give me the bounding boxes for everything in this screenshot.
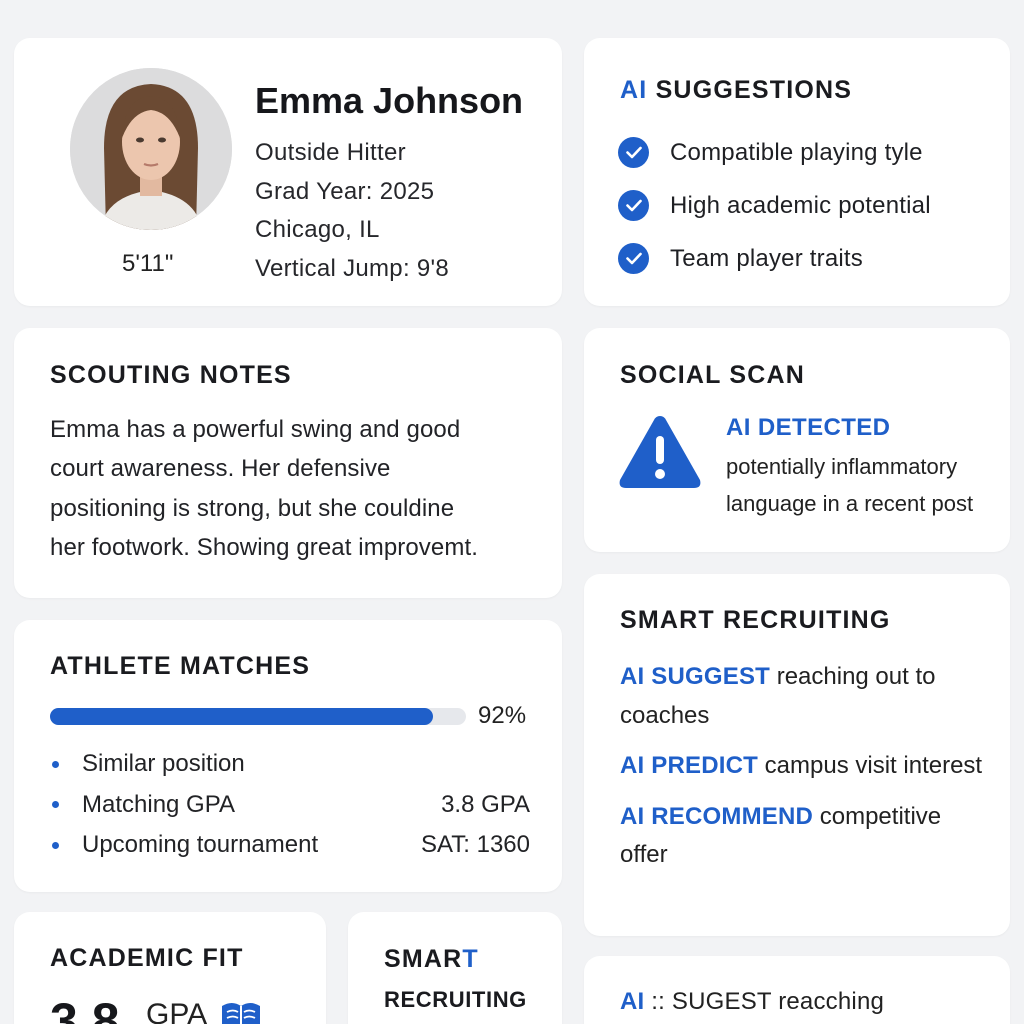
avatar[interactable] [70,68,232,230]
gpa-value: 3.8 [50,993,120,1024]
suggestion-item: Compatible playing tyle [618,126,931,179]
ai-label: AI [620,76,648,104]
match-value: 3.8 GPA [441,790,530,818]
suggestion-item: Team player traits [618,232,931,285]
height-value: 5'11" [122,250,174,277]
match-label: Matching GPA [82,790,235,818]
heading-text: SUGGESTIONS [655,76,853,104]
match-row: Upcoming tournament SAT: 1360 [50,825,530,866]
smart-recruiting-heading: SMART RECRUITING [620,606,891,634]
title-accent: T [462,945,479,973]
suggestion-item: High academic potential [618,179,931,232]
gpa-unit: GPA [146,998,208,1024]
academic-fit-card: ACADEMIC FIT 3.8 GPA [14,912,326,1024]
athlete-name: Emma Johnson [255,80,524,121]
recruiting-item: AI RECOMMEND competitive offer [620,798,990,875]
suggestion-label: Compatible playing tyle [670,138,923,166]
suggestion-label: High academic potential [670,191,931,219]
position-text: Outside Hitter [255,139,406,166]
notes-line: her footwork. Showing great improvemt. [50,533,478,561]
recruiting-item: AI PREDICT campus visit interest [620,747,990,786]
ai-action-label: AI RECOMMEND [620,802,814,830]
match-row: Similar position [50,744,530,785]
bullet-icon [52,841,59,849]
location-text: Chicago, IL [255,216,380,243]
athlete-matches-heading: ATHLETE MATCHES [50,652,311,680]
ai-suggest-text: AI :: SUGEST reacching [620,988,884,1016]
profile-card: 5'11" Emma Johnson Outside Hitter Grad Y… [14,38,562,306]
scouting-notes-text: Emma has a powerful swing and good court… [50,410,550,567]
match-progress-fill [50,708,433,725]
scouting-notes-heading: SCOUTING NOTES [50,361,292,389]
ai-action-label: AI PREDICT [620,752,759,779]
match-percent: 92% [478,702,527,729]
smart-recruiting-card: SMART RECRUITING AI SUGGEST reaching out… [584,574,1010,936]
social-alert-text: potentially inflammatory language in a r… [726,448,1006,522]
social-scan-heading: SOCIAL SCAN [620,361,805,389]
match-label: Similar position [82,750,245,778]
recruiting-item: AI SUGGEST reaching out to coaches [620,658,990,735]
book-icon [218,998,264,1024]
notes-line: court awareness. Her defensive [50,455,391,483]
match-label: Upcoming tournament [82,831,319,859]
suggestion-list: Compatible playing tyle High academic po… [618,126,931,285]
notes-line: Emma has a powerful swing and good [50,416,461,443]
mini-card-title: SMART [384,945,479,974]
bullet-icon [52,760,59,768]
social-scan-card: SOCIAL SCAN AI DETECTED potentially infl… [584,328,1010,552]
profile-details: Outside Hitter Grad Year: 2025 Chicago, … [255,134,449,288]
notes-line: positioning is strong, but she couldine [50,494,455,522]
alert-line: language in a recent post [726,491,974,516]
ai-suggestions-card: AI SUGGESTIONS Compatible playing tyle H… [584,38,1010,306]
match-value: SAT: 1360 [421,831,530,859]
warning-triangle-icon [616,412,704,497]
mini-card-subtitle: RECRUITING [384,987,527,1012]
ai-action-label: AI SUGGEST [620,663,771,690]
match-progress-bar [50,708,466,725]
ai-label: AI [620,988,645,1015]
ai-detected-label: AI DETECTED [726,414,891,441]
match-row: Matching GPA 3.8 GPA [50,785,530,826]
grad-year-text: Grad Year: 2025 [255,177,435,205]
smart-recruiting-mini-card: SMART RECRUITING [348,912,562,1024]
recruiting-list: AI SUGGEST reaching out to coaches AI PR… [620,658,990,887]
alert-line: potentially inflammatory [726,454,958,479]
suggest-text: :: SUGEST reacching [644,988,885,1015]
check-circle-icon [618,243,649,274]
check-circle-icon [618,190,649,221]
athlete-matches-card: ATHLETE MATCHES 92% Similar position Mat… [14,620,562,892]
ai-suggest-card: AI :: SUGEST reacching [584,956,1010,1024]
bullet-icon [52,801,59,809]
suggestion-label: Team player traits [670,244,863,272]
recruiting-text: campus visit interest [758,752,983,779]
academic-fit-heading: ACADEMIC FIT [50,944,244,972]
match-list: Similar position Matching GPA 3.8 GPA Up… [50,744,530,866]
ai-suggestions-heading: AI SUGGESTIONS [620,76,852,105]
title-main: SMAR [384,945,463,973]
check-circle-icon [618,137,649,168]
vertical-jump-text: Vertical Jump: 9'8 [255,254,450,282]
scouting-notes-card: SCOUTING NOTES Emma has a powerful swing… [14,328,562,598]
